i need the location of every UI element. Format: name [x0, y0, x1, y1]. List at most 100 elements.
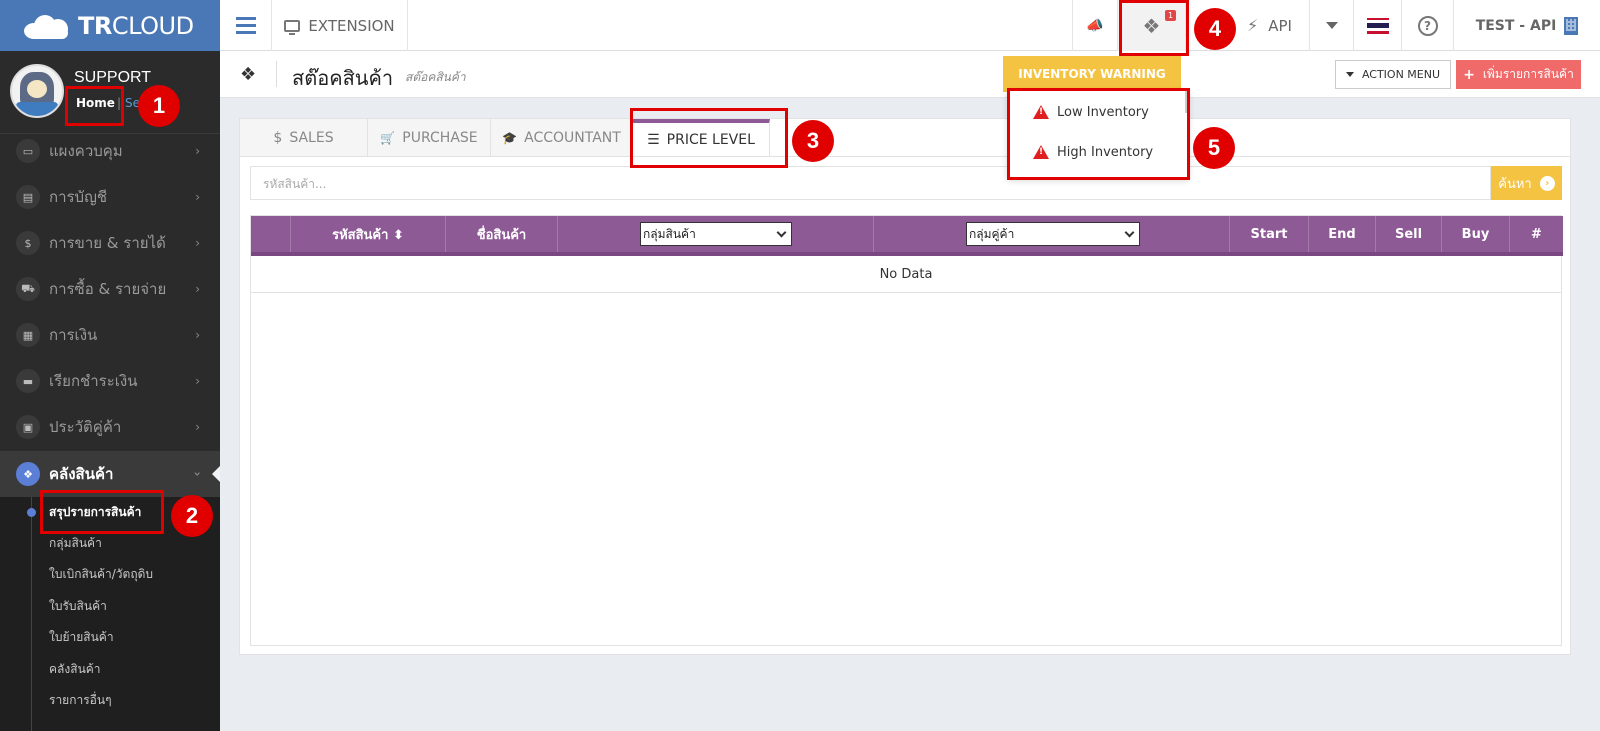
sidebar-item-purchase[interactable]: ⛟ การซื้อ & รายจ่าย ›	[0, 266, 220, 312]
cart-icon: 🛒	[380, 131, 396, 145]
table-header: รหัสสินค้า ⬍ ชื่อสินค้า กลุ่มสินค้า กลุ่…	[251, 216, 1563, 256]
column-start: Start	[1230, 216, 1309, 252]
annotation-box-3	[630, 108, 788, 168]
sidebar-item-label: การเงิน	[49, 326, 98, 344]
annotation-box-1	[65, 86, 124, 126]
chevron-down-icon	[1124, 227, 1135, 237]
column-customer-group: กลุ่มคู่ค้า	[874, 216, 1230, 252]
brand-logo[interactable]: TRCLOUD	[0, 0, 220, 51]
sidebar-item-finance[interactable]: ▦ การเงิน ›	[0, 312, 220, 358]
plus-icon: +	[1463, 66, 1475, 83]
price-level-table: รหัสสินค้า ⬍ ชื่อสินค้า กลุ่มสินค้า กลุ่…	[250, 215, 1563, 646]
active-indicator	[212, 466, 220, 482]
action-menu-button[interactable]: ACTION MENU	[1335, 60, 1451, 89]
sidebar-item-label: เรียกชำระเงิน	[49, 372, 138, 390]
submenu-item-goods-receipt[interactable]: ใบรับสินค้า	[0, 591, 220, 622]
menu-toggle-button[interactable]	[220, 0, 272, 51]
sidebar-item-dashboard[interactable]: ▭ แผงควบคุม ›	[0, 128, 220, 174]
column-buy: Buy	[1442, 216, 1510, 252]
add-product-label: เพิ่มรายการสินค้า	[1482, 67, 1574, 81]
contact-book-icon: ▣	[16, 415, 40, 439]
search-button-label: ค้นหา	[1498, 176, 1532, 192]
select-value: กลุ่มสินค้า	[643, 226, 696, 241]
user-menu-button[interactable]: TEST - API	[1454, 0, 1600, 51]
chevron-right-icon: ›	[195, 282, 200, 296]
megaphone-icon: 📣	[1086, 17, 1104, 34]
column-select-header	[251, 216, 291, 252]
column-sell: Sell	[1376, 216, 1442, 252]
tab-label: PURCHASE	[402, 130, 478, 146]
page-title: สต๊อคสินค้า	[292, 66, 394, 90]
submenu-item-warehouse[interactable]: คลังสินค้า	[0, 654, 220, 685]
avatar[interactable]	[10, 64, 64, 118]
sidebar-item-label: คลังสินค้า	[49, 465, 114, 483]
sidebar-item-label: การซื้อ & รายจ่าย	[49, 280, 167, 298]
chevron-down-icon	[776, 227, 787, 237]
customer-group-select[interactable]: กลุ่มคู่ค้า	[966, 222, 1140, 246]
dollar-icon: $	[273, 130, 283, 146]
arrow-circle-right-icon: ›	[1539, 175, 1555, 191]
building-icon	[1564, 16, 1579, 35]
plug-icon: ⚡	[1247, 16, 1259, 35]
cloud-logo-icon	[24, 13, 74, 39]
top-bar: EXTENSION 📣 ❖ 1 ⚡ API ? TEST - API	[220, 0, 1600, 51]
column-end: End	[1309, 216, 1376, 252]
submenu-item-others[interactable]: รายการอื่นๆ	[0, 685, 220, 716]
tab-accountant[interactable]: 🎓 ACCOUNTANT	[491, 119, 633, 157]
book-icon: ▤	[16, 185, 40, 209]
column-product-group: กลุ่มสินค้า	[558, 216, 874, 252]
submenu-item-transfer[interactable]: ใบย้ายสินค้า	[0, 622, 220, 653]
caret-down-icon	[1325, 22, 1338, 29]
chevron-down-icon: ›	[190, 471, 205, 477]
empty-state: No Data	[251, 256, 1561, 293]
tab-sales[interactable]: $ SALES	[240, 119, 368, 157]
annotation-box-4	[1119, 0, 1189, 56]
profile-name: SUPPORT	[74, 69, 152, 86]
search-button[interactable]: ค้นหา ›	[1491, 166, 1562, 200]
chevron-right-icon: ›	[195, 144, 200, 158]
extension-button[interactable]: EXTENSION	[272, 0, 408, 51]
column-product-name: ชื่อสินค้า	[446, 216, 558, 252]
announcement-button[interactable]: 📣	[1072, 0, 1118, 51]
cubes-icon: ❖	[240, 64, 257, 85]
chevron-right-icon: ›	[195, 374, 200, 388]
sidebar-item-billing[interactable]: ▬ เรียกชำระเงิน ›	[0, 358, 220, 404]
tab-purchase[interactable]: 🛒 PURCHASE	[368, 119, 491, 157]
header-divider	[276, 61, 277, 87]
inventory-warning-header[interactable]: INVENTORY WARNING	[1003, 56, 1181, 92]
annotation-number-1: 1	[138, 85, 180, 127]
page-subtitle: สต๊อคสินค้า	[405, 70, 466, 84]
user-name: TEST - API	[1475, 17, 1557, 34]
annotation-number-4: 4	[1194, 8, 1236, 50]
column-actions: #	[1531, 226, 1542, 242]
extension-label: EXTENSION	[308, 16, 395, 35]
column-product-code[interactable]: รหัสสินค้า ⬍	[291, 216, 446, 252]
credit-card-icon: ▬	[16, 369, 40, 393]
language-button[interactable]	[1354, 0, 1402, 51]
help-button[interactable]: ?	[1402, 0, 1454, 51]
product-code-search-input[interactable]: รหัสสินค้า...	[250, 166, 1491, 200]
annotation-number-2: 2	[171, 495, 213, 537]
sidebar-item-contacts[interactable]: ▣ ประวัติคู่ค้า ›	[0, 404, 220, 450]
api-button[interactable]: ⚡ API	[1230, 0, 1310, 51]
sidebar-item-sales[interactable]: $ การขาย & รายได้ ›	[0, 220, 220, 266]
annotation-number-5: 5	[1193, 127, 1235, 169]
chevron-right-icon: ›	[195, 328, 200, 342]
add-product-button[interactable]: + เพิ่มรายการสินค้า	[1456, 60, 1581, 89]
sidebar-item-label: ประวัติคู่ค้า	[49, 418, 122, 436]
monitor-icon	[284, 19, 301, 35]
dollar-icon: $	[16, 231, 40, 255]
content-panel: $ SALES 🛒 PURCHASE 🎓 ACCOUNTANT ☰ PRICE …	[239, 118, 1571, 655]
graduation-cap-icon: 🎓	[502, 131, 518, 145]
select-value: กลุ่มคู่ค้า	[969, 226, 1015, 241]
question-circle-icon: ?	[1417, 15, 1438, 36]
sidebar-item-accounting[interactable]: ▤ การบัญชี ›	[0, 174, 220, 220]
brand-name: TRCLOUD	[78, 11, 194, 40]
desktop-icon: ▭	[16, 139, 40, 163]
thai-flag-icon	[1366, 17, 1389, 34]
tab-label: ACCOUNTANT	[524, 130, 621, 146]
submenu-item-requisition[interactable]: ใบเบิกสินค้า/วัตถุดิบ	[0, 559, 220, 590]
annotation-box-5	[1007, 88, 1190, 180]
dropdown-toggle-button[interactable]	[1310, 0, 1354, 51]
product-group-select[interactable]: กลุ่มสินค้า	[640, 222, 792, 246]
